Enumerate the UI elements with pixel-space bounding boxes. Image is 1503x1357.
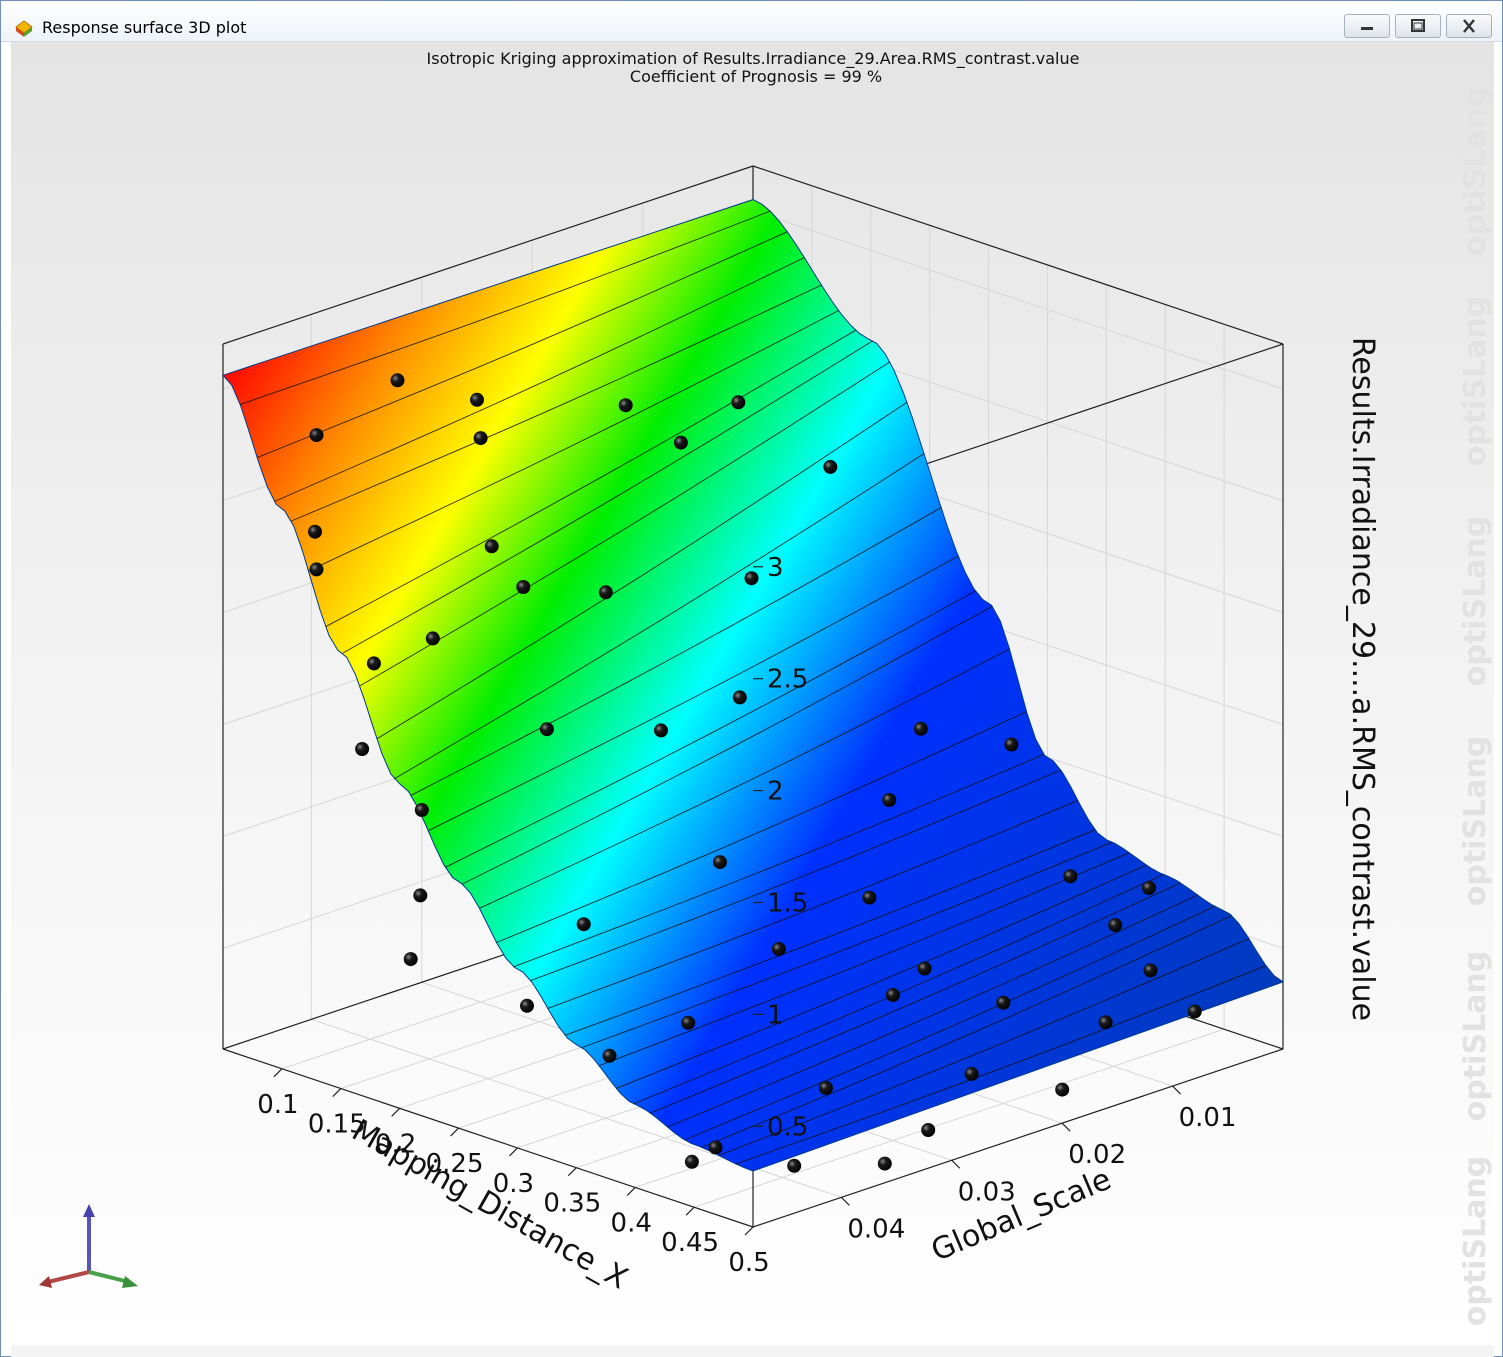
surface-patch [223, 200, 1283, 1171]
app-icon [14, 18, 34, 38]
sample-point [878, 1157, 892, 1171]
sample-point [1055, 1083, 1069, 1097]
sample-point [1004, 738, 1018, 752]
sample-point [603, 1049, 617, 1063]
sample-point [310, 562, 324, 576]
x-tick-label: 0.1 [257, 1090, 298, 1120]
sample-point [787, 1159, 801, 1173]
watermark-group: optiSLang optiSLang optiSLang optiSLang opti… [1458, 86, 1493, 1327]
sample-point [1108, 918, 1122, 932]
x-tick-label: 0.45 [661, 1228, 719, 1258]
sample-point [713, 855, 727, 869]
sample-point [882, 793, 896, 807]
sample-point [733, 690, 747, 704]
window-title: Response surface 3D plot [42, 18, 246, 37]
status-strip [11, 1345, 1494, 1357]
sample-point [709, 1140, 723, 1154]
watermark-text-2: optiSLang [1458, 516, 1493, 687]
z-axis-label: Results.Irradiance_29....a.RMS_contrast.… [1345, 337, 1380, 1021]
sample-point [426, 631, 440, 645]
z-tick-label: 3 [767, 553, 784, 583]
x-tick-label: 0.5 [728, 1248, 769, 1278]
sample-point [681, 1016, 695, 1030]
sample-point [1099, 1015, 1113, 1029]
sample-point [619, 398, 633, 412]
sample-point [674, 436, 688, 450]
app-window: Response surface 3D plot [0, 0, 1503, 1357]
sample-point [520, 999, 534, 1013]
sample-point [367, 656, 381, 670]
sample-point [745, 571, 759, 585]
sample-point [823, 460, 837, 474]
sample-point [914, 722, 928, 736]
sample-point [308, 525, 322, 539]
sample-point [965, 1067, 979, 1081]
sample-point [577, 917, 591, 931]
axis-orientation-triad [39, 1204, 138, 1288]
z-tick-label: 1.5 [767, 888, 808, 918]
chart-title: Isotropic Kriging approximation of Resul… [427, 49, 1080, 69]
watermark-text-5: optiSLang [1458, 1156, 1493, 1327]
sample-point [654, 723, 668, 737]
sample-point [470, 393, 484, 407]
minimize-icon [1345, 15, 1389, 37]
z-tick-label: 0.5 [767, 1112, 808, 1142]
sample-point [516, 580, 530, 594]
z-tick-label: 2.5 [767, 665, 808, 695]
close-button[interactable] [1446, 14, 1492, 38]
sample-point [819, 1081, 833, 1095]
sample-point [1063, 869, 1077, 883]
sample-point [599, 585, 613, 599]
sample-point [391, 373, 405, 387]
sample-point [474, 431, 488, 445]
sample-point [921, 1123, 935, 1137]
sample-point [685, 1155, 699, 1169]
y-tick-label: 0.04 [847, 1214, 905, 1244]
z-tick-label: 1 [767, 1000, 784, 1030]
maximize-icon [1396, 15, 1440, 37]
close-icon [1447, 15, 1491, 37]
sample-point [1142, 881, 1156, 895]
sample-point [772, 942, 786, 956]
sample-point [413, 888, 427, 902]
sample-point [1144, 963, 1158, 977]
sample-point [886, 988, 900, 1002]
maximize-button[interactable] [1395, 14, 1441, 38]
x-arrow-icon [39, 1276, 52, 1288]
sample-point [404, 952, 418, 966]
sample-point [1188, 1005, 1202, 1019]
sample-point [310, 428, 324, 442]
watermark-text-1: optiSLang [1458, 296, 1493, 467]
title-bar[interactable]: Response surface 3D plot [1, 1, 1502, 42]
watermark-text-3: optiSLang [1458, 736, 1493, 907]
watermark-text-0: optiSLang [1458, 86, 1493, 257]
sample-point [731, 395, 745, 409]
sample-point [355, 742, 369, 756]
x-tick-label: 0.35 [543, 1189, 601, 1219]
y-axis-label: Global_Scale [926, 1162, 1116, 1269]
plot-area[interactable]: Isotropic Kriging approximation of Resul… [11, 42, 1494, 1345]
response-surface-chart[interactable]: Isotropic Kriging approximation of Resul… [11, 42, 1494, 1345]
sample-point [862, 891, 876, 905]
x-tick-label: 0.4 [611, 1208, 652, 1238]
minimize-button[interactable] [1344, 14, 1390, 38]
z-arrow-icon [83, 1204, 95, 1217]
sample-point [540, 722, 554, 736]
sample-point [996, 996, 1010, 1010]
watermark-text-4: optiSLang [1458, 951, 1493, 1122]
y-tick-label: 0.01 [1179, 1103, 1237, 1133]
sample-point [415, 803, 429, 817]
response-surface [223, 200, 1283, 1171]
sample-point [918, 962, 932, 976]
y-arrow-icon [122, 1276, 138, 1288]
sample-point [485, 539, 499, 553]
chart-subtitle: Coefficient of Prognosis = 99 % [630, 67, 882, 86]
z-tick-label: 2 [767, 777, 784, 807]
